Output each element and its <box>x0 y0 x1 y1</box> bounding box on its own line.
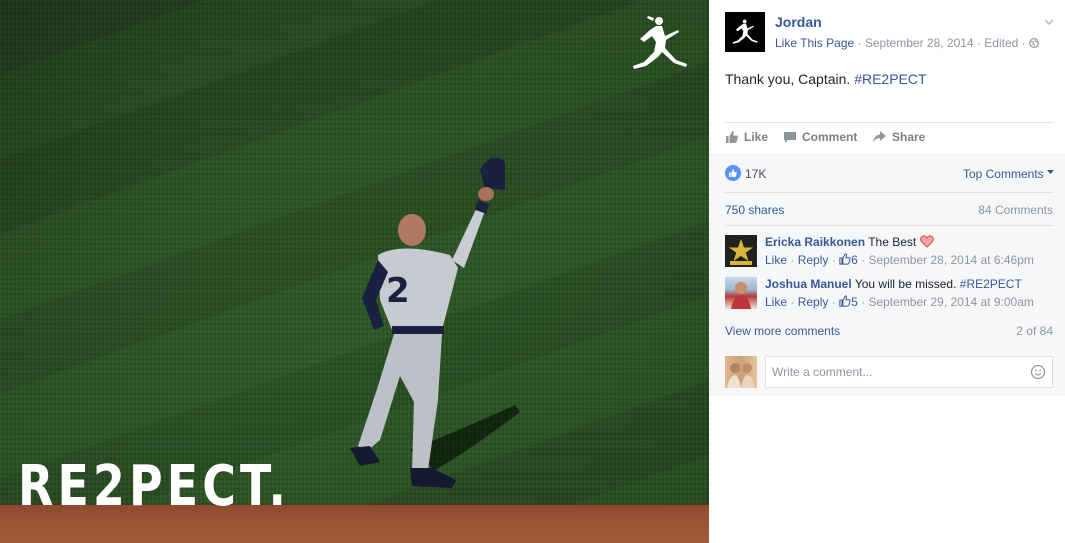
meta-separator: · <box>831 253 836 267</box>
comment-item: Ericka Raikkonen The Best Like · Reply ·… <box>725 235 1054 275</box>
comment-timestamp[interactable]: September 28, 2014 at 6:46pm <box>868 253 1033 267</box>
meta-separator: · <box>790 253 795 267</box>
page-name-link[interactable]: Jordan <box>775 14 822 30</box>
comment-meta: Like · Reply · 6 · September 28, 2014 at… <box>765 253 1034 267</box>
heart-emoji-icon <box>919 235 934 248</box>
comment-input[interactable] <box>765 356 1053 388</box>
globe-icon[interactable] <box>1029 38 1039 48</box>
meta-separator: · <box>857 36 862 50</box>
share-button[interactable]: Share <box>872 130 925 144</box>
meta-separator: · <box>790 295 795 309</box>
comment-meta: Like · Reply · 5 · September 29, 2014 at… <box>765 295 1034 309</box>
likes-count-link[interactable]: 17K <box>745 167 766 181</box>
comment-like-link[interactable]: Like <box>765 295 787 309</box>
edited-label[interactable]: Edited <box>984 36 1018 50</box>
post-meta: Like This Page · September 28, 2014 · Ed… <box>775 36 1039 50</box>
commenter-avatar[interactable] <box>725 235 757 267</box>
comment-composer <box>725 356 1054 388</box>
meta-separator: · <box>861 253 866 267</box>
share-arrow-icon <box>873 131 886 143</box>
meta-separator: · <box>1021 36 1026 50</box>
comment-button-label: Comment <box>802 130 858 144</box>
share-button-label: Share <box>892 130 926 144</box>
comment-reply-link[interactable]: Reply <box>798 295 829 309</box>
comment-body: Joshua Manuel You will be missed. #RE2PE… <box>765 277 1022 291</box>
comment-reply-link[interactable]: Reply <box>798 253 829 267</box>
thumbs-up-outline-icon <box>839 253 851 265</box>
comment-likes-count[interactable]: 6 <box>851 253 858 267</box>
divider <box>725 192 1054 193</box>
emoji-smiley-icon[interactable] <box>1030 364 1046 380</box>
comment-text-content: You will be missed. <box>854 277 957 291</box>
army-star-icon <box>725 235 757 267</box>
thumbs-up-outline-icon <box>839 295 851 307</box>
post-date[interactable]: September 28, 2014 <box>865 36 974 50</box>
comment-timestamp[interactable]: September 29, 2014 at 9:00am <box>868 295 1033 309</box>
comment-text: The Best <box>868 235 917 249</box>
chevron-down-icon[interactable] <box>1043 16 1055 28</box>
caret-down-icon <box>1047 170 1054 174</box>
like-reaction-icon <box>725 165 741 181</box>
comment-likes-count[interactable]: 5 <box>851 295 858 309</box>
page-avatar[interactable] <box>725 12 765 52</box>
meta-separator: · <box>831 295 836 309</box>
current-user-avatar[interactable] <box>725 356 757 388</box>
comment-body: Ericka Raikkonen The Best <box>765 235 934 249</box>
commenter-avatar[interactable] <box>725 277 757 309</box>
reactions-row: 17K Top Comments <box>725 163 1054 191</box>
comment-like-link[interactable]: Like <box>765 253 787 267</box>
comments-count-link[interactable]: 84 Comments <box>978 203 1053 217</box>
top-comments-dropdown[interactable]: Top Comments <box>963 167 1054 181</box>
top-comments-label: Top Comments <box>962 167 1044 181</box>
respect-overlay-text: RE2PECT. <box>18 454 290 519</box>
view-more-comments-link[interactable]: View more comments <box>725 324 840 338</box>
comment-text: You will be missed. #RE2PECT <box>855 277 1022 291</box>
thumbs-up-icon <box>726 131 738 143</box>
comment-bubble-icon <box>784 132 796 143</box>
jumpman-logo-icon <box>633 16 687 69</box>
comment-item: Joshua Manuel You will be missed. #RE2PE… <box>725 277 1054 317</box>
post-side-panel: Jordan Like This Page · September 28, 20… <box>709 0 1065 543</box>
user-photo-icon <box>727 363 755 388</box>
person-photo-icon <box>731 282 751 309</box>
player-figure: 2 <box>350 157 520 488</box>
shares-count-link[interactable]: 750 shares <box>725 203 784 217</box>
comments-pager: 2 of 84 <box>1016 324 1053 338</box>
meta-separator: · <box>861 295 866 309</box>
like-page-link[interactable]: Like This Page <box>775 36 854 50</box>
comments-section: 17K Top Comments 750 shares 84 Comments … <box>709 153 1065 396</box>
post-header: Jordan Like This Page · September 28, 20… <box>725 12 1055 54</box>
divider <box>725 225 1054 226</box>
post-message: Thank you, Captain. #RE2PECT <box>725 71 927 87</box>
like-button[interactable]: Like <box>725 130 768 144</box>
post-message-text: Thank you, Captain. <box>725 71 851 87</box>
comment-hashtag-link[interactable]: #RE2PECT <box>960 277 1022 291</box>
post-hashtag-link[interactable]: #RE2PECT <box>854 71 926 87</box>
jumpman-avatar-icon <box>732 19 758 44</box>
post-photo[interactable]: 2 RE2PECT. <box>0 0 709 543</box>
post-actions-bar: Like Comment Share <box>725 122 1054 152</box>
like-button-label: Like <box>744 130 769 144</box>
comment-author-link[interactable]: Ericka Raikkonen <box>765 235 865 249</box>
jersey-number: 2 <box>386 271 410 311</box>
comment-button[interactable]: Comment <box>783 130 857 144</box>
meta-separator: · <box>976 36 981 50</box>
comment-author-link[interactable]: Joshua Manuel <box>765 277 852 291</box>
